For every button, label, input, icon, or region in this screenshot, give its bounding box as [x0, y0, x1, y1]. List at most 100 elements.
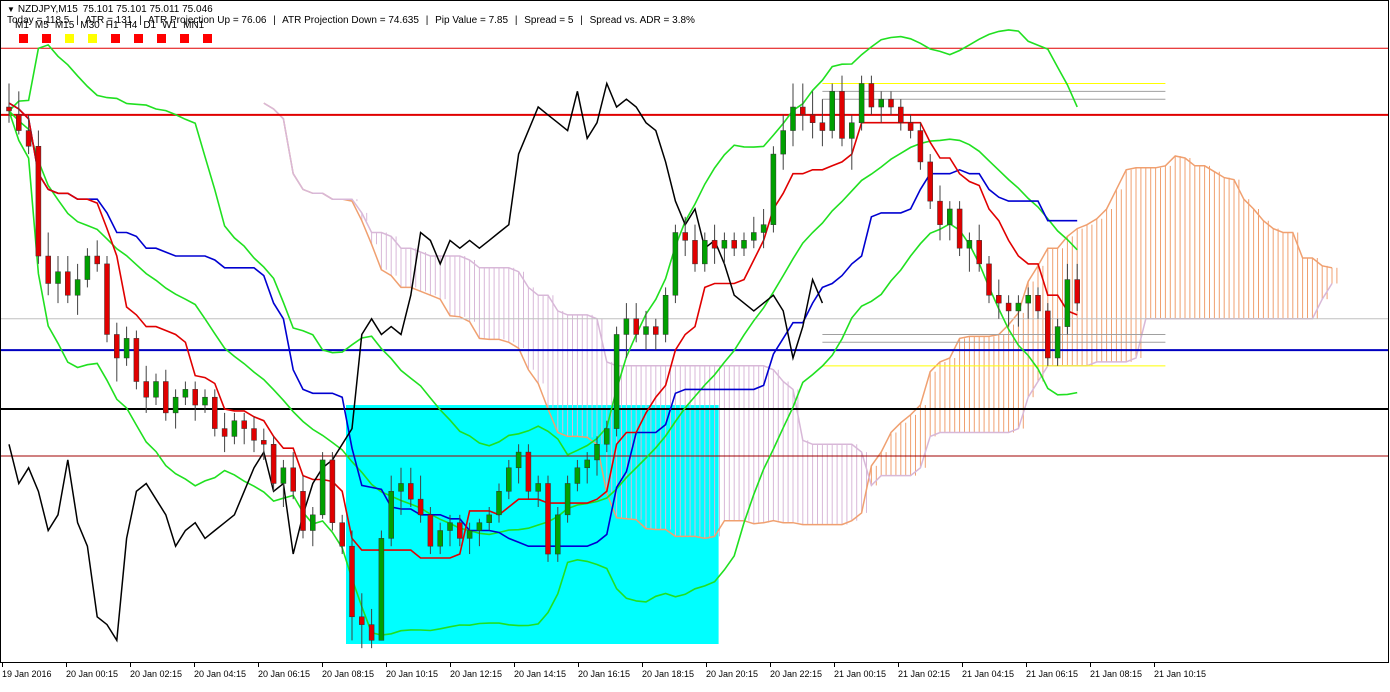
- candle-body: [25, 130, 32, 147]
- spread-stat: Spread = 5: [524, 15, 574, 26]
- collapse-triangle-icon[interactable]: ▼: [7, 5, 15, 14]
- band-upper: [8, 29, 1078, 456]
- candle-body: [329, 459, 336, 523]
- candle-body: [1005, 302, 1012, 312]
- candle-body: [1045, 310, 1051, 359]
- candle-body: [192, 389, 198, 406]
- timeframe-m1[interactable]: M1: [15, 20, 29, 31]
- candle-body: [231, 420, 238, 437]
- candle-body: [594, 444, 600, 461]
- candle-body: [858, 83, 865, 123]
- candle-body: [359, 616, 365, 625]
- candle-body: [878, 98, 884, 108]
- time-axis: 19 Jan 2016 20 Jan 00:15 20 Jan 02:15 20 Ja…: [0, 663, 1390, 692]
- candle-body: [653, 326, 659, 335]
- candle-body: [604, 428, 610, 445]
- candle-body: [711, 240, 718, 249]
- candle-body: [133, 338, 140, 382]
- time-tick-mark: [578, 663, 579, 667]
- candle-body: [486, 514, 492, 523]
- time-tick-mark: [1090, 663, 1091, 667]
- chart-area[interactable]: ▼ NZDJPY,M15 75.101 75.101 75.011 75.046 T…: [0, 0, 1389, 663]
- time-tick-label: 20 Jan 22:15: [770, 669, 823, 679]
- candle-body: [270, 444, 277, 484]
- candle-body: [672, 232, 679, 296]
- candle-body: [839, 91, 845, 139]
- candle-body: [74, 279, 81, 296]
- candle-body: [613, 334, 620, 429]
- timeframe-m5[interactable]: M5: [35, 20, 49, 31]
- time-tick-mark: [1026, 663, 1027, 667]
- candle-body: [1074, 279, 1080, 304]
- candle-body: [251, 428, 257, 441]
- timeframe-signal-square: [42, 34, 51, 43]
- candle-body: [241, 420, 247, 429]
- candle-body: [937, 200, 943, 225]
- candle-body: [457, 522, 463, 539]
- candle-body: [123, 338, 130, 359]
- candle-body: [143, 381, 149, 398]
- time-tick-mark: [770, 663, 771, 667]
- candle-body: [261, 440, 267, 445]
- time-tick-mark: [514, 663, 515, 667]
- timeframe-h1[interactable]: H1: [106, 20, 119, 31]
- candle-body: [917, 130, 924, 163]
- candle-body: [172, 396, 179, 414]
- candle-body: [888, 98, 894, 108]
- time-tick-label: 21 Jan 06:15: [1026, 669, 1079, 679]
- time-tick-label: 21 Jan 00:15: [834, 669, 887, 679]
- time-tick-mark: [450, 663, 451, 667]
- candle-body: [104, 263, 110, 335]
- candle-body: [829, 91, 835, 131]
- candle-body: [427, 514, 434, 547]
- candle-body: [662, 294, 669, 335]
- candle-body: [163, 381, 169, 414]
- candle-body: [417, 498, 424, 516]
- candle-body: [55, 271, 61, 284]
- candle-body: [1015, 302, 1022, 312]
- candle-body: [731, 240, 737, 249]
- candle-body: [221, 428, 228, 437]
- time-tick-mark: [66, 663, 67, 667]
- candle-body: [496, 491, 502, 516]
- timeframe-d1[interactable]: D1: [143, 20, 156, 31]
- candle-body: [35, 145, 42, 257]
- candle-body: [1025, 294, 1031, 304]
- time-tick-label: 20 Jan 16:15: [578, 669, 631, 679]
- candle-body: [202, 396, 208, 406]
- time-tick-mark: [642, 663, 643, 667]
- candle-body: [564, 483, 571, 516]
- atr-down-stat: ATR Projection Down = 74.635: [282, 15, 419, 26]
- stat-separator: |: [580, 15, 583, 26]
- time-tick-label: 21 Jan 08:15: [1090, 669, 1143, 679]
- timeframe-mn1[interactable]: MN1: [183, 20, 204, 31]
- candle-body: [623, 318, 630, 335]
- candle-body: [515, 451, 522, 469]
- time-tick-mark: [898, 663, 899, 667]
- candle-body: [555, 514, 561, 555]
- candle-body: [956, 208, 963, 249]
- candle-body: [898, 106, 904, 123]
- candle-body: [6, 106, 12, 112]
- time-tick-label: 20 Jan 18:15: [642, 669, 695, 679]
- highlight-box: [346, 405, 719, 644]
- candle-body: [741, 240, 747, 249]
- chart-header: ▼ NZDJPY,M15 75.101 75.101 75.011 75.046: [7, 4, 213, 15]
- timeframe-h4[interactable]: H4: [125, 20, 138, 31]
- candle-body: [545, 483, 551, 555]
- timeframe-signal-square: [65, 34, 74, 43]
- time-tick-label: 21 Jan 10:15: [1154, 669, 1207, 679]
- time-tick-label: 20 Jan 12:15: [450, 669, 503, 679]
- symbol-label: NZDJPY,M15: [17, 4, 78, 15]
- time-tick-label: 21 Jan 04:15: [962, 669, 1015, 679]
- timeframe-m30[interactable]: M30: [80, 20, 99, 31]
- candle-body: [339, 522, 345, 547]
- candle-body: [65, 271, 71, 296]
- time-tick-label: 20 Jan 10:15: [386, 669, 439, 679]
- timeframe-m15[interactable]: M15: [55, 20, 74, 31]
- time-tick-label: 20 Jan 04:15: [194, 669, 247, 679]
- stat-separator: |: [273, 15, 276, 26]
- candle-body: [349, 545, 355, 618]
- timeframe-w1[interactable]: W1: [162, 20, 177, 31]
- candle-body: [966, 240, 973, 249]
